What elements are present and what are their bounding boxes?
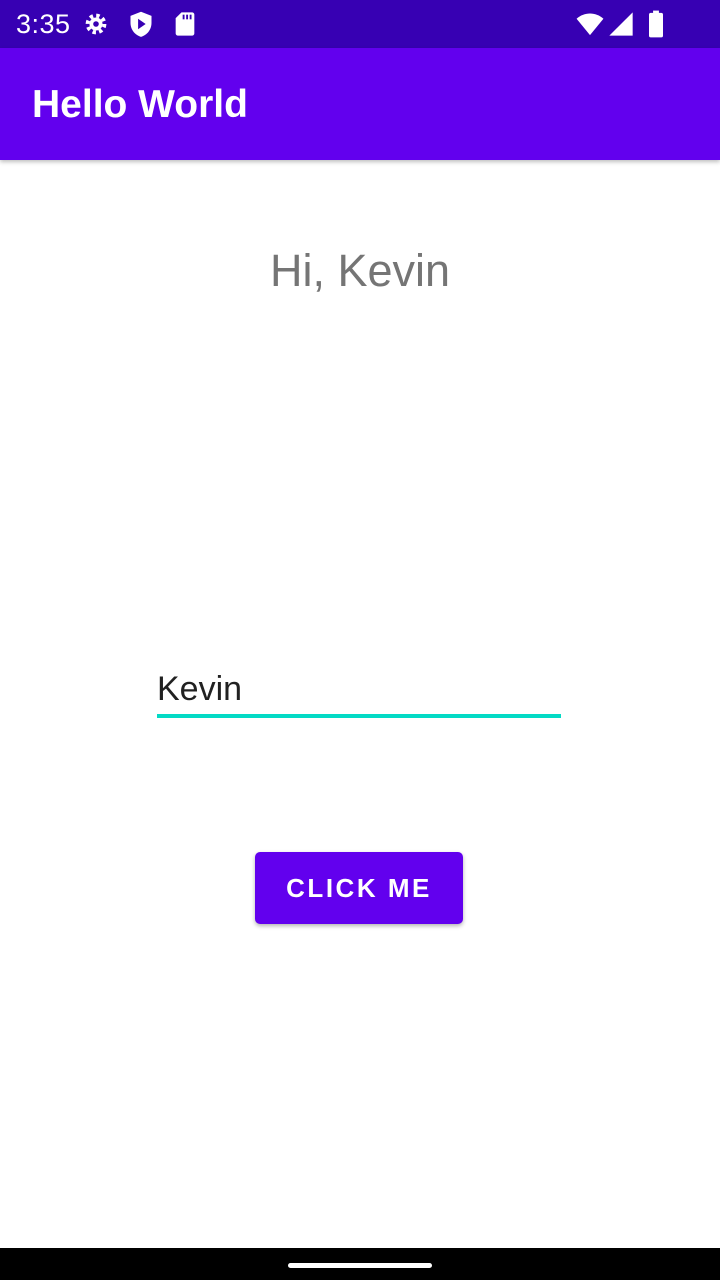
signal-icon	[609, 12, 633, 36]
wifi-icon	[576, 13, 604, 36]
app-title: Hello World	[32, 83, 248, 126]
click-me-button[interactable]: Click me	[255, 852, 463, 924]
navigation-bar	[0, 1248, 720, 1280]
home-gesture-handle[interactable]	[288, 1263, 432, 1268]
app-bar: Hello World	[0, 48, 720, 160]
sd-card-icon	[175, 12, 195, 36]
shield-icon	[130, 11, 152, 37]
settings-icon	[85, 13, 107, 35]
status-time: 3:35	[16, 9, 71, 39]
status-bar: 3:35	[0, 0, 720, 48]
name-input[interactable]	[157, 664, 561, 718]
greeting-text: Hi, Kevin	[269, 245, 451, 296]
battery-icon	[649, 10, 663, 38]
